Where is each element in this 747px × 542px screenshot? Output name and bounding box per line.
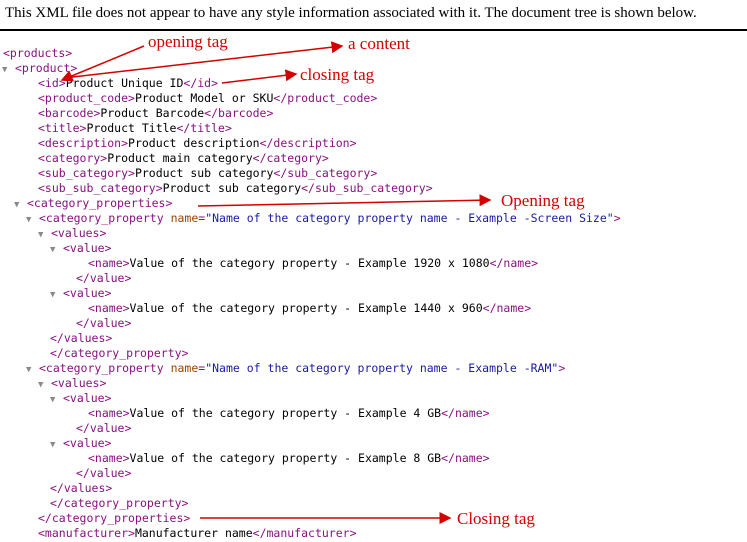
arrow-opening-tag-2 [197, 194, 492, 207]
annotation-a-content: a content [348, 34, 410, 53]
arrow-closing-tag [221, 69, 298, 84]
annotation-closing-tag-2: Closing tag [457, 509, 535, 528]
annotation-opening-tag: opening tag [148, 32, 228, 51]
arrow-opening-tag [60, 45, 145, 82]
annotation-closing-tag: closing tag [300, 65, 375, 84]
annotation-opening-tag-2: Opening tag [501, 191, 585, 210]
